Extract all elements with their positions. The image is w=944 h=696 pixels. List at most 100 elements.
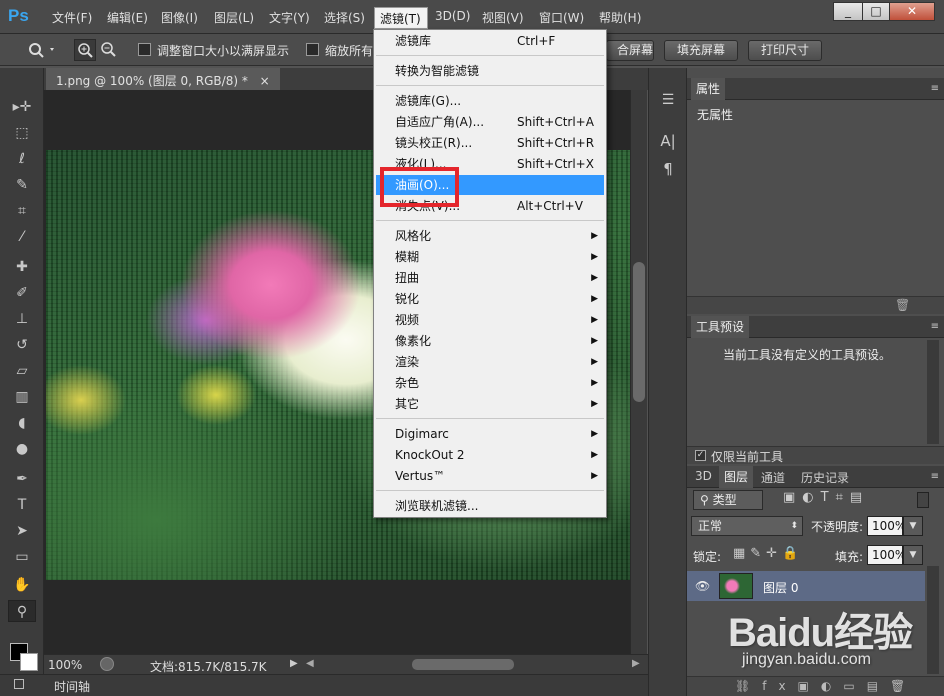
menu-item-filter-gallery[interactable]: 滤镜库(G)... [376, 91, 604, 111]
healing-brush-tool-icon[interactable]: ✚ [8, 256, 36, 278]
path-select-tool-icon[interactable]: ➤ [8, 520, 36, 542]
menu-edit[interactable]: 编辑(E) [107, 9, 148, 26]
minimize-button[interactable]: _ [833, 2, 863, 21]
horizontal-scrollbar-thumb[interactable] [412, 659, 514, 670]
menu-item-distort[interactable]: 扭曲 ▶ [376, 268, 604, 288]
dodge-tool-icon[interactable]: ● [8, 438, 36, 460]
zoom-all-checkbox[interactable] [306, 43, 319, 56]
menu-select[interactable]: 选择(S) [324, 9, 365, 26]
tab-properties[interactable]: 属性 [691, 78, 726, 100]
tab-history[interactable]: 历史记录 [801, 469, 849, 486]
menu-item-video[interactable]: 视频 ▶ [376, 310, 604, 330]
zoom-level[interactable]: 100% [48, 658, 82, 672]
zoom-tool-preset[interactable] [26, 40, 62, 60]
vertical-scrollbar-thumb[interactable] [633, 262, 645, 402]
menu-item-adaptive-wide-angle[interactable]: 自适应广角(A)... Shift+Ctrl+A [376, 112, 604, 132]
fit-screen-button[interactable]: 合屏幕 [606, 40, 654, 61]
eyedropper-tool-icon[interactable]: ⁄ [8, 226, 36, 248]
history-brush-tool-icon[interactable]: ↺ [8, 334, 36, 356]
tab-tool-presets[interactable]: 工具预设 [691, 316, 750, 338]
menu-item-noise[interactable]: 杂色 ▶ [376, 373, 604, 393]
menu-type[interactable]: 文字(Y) [269, 9, 310, 26]
status-info-icon[interactable] [100, 657, 114, 671]
menu-file[interactable]: 文件(F) [52, 9, 92, 26]
gradient-tool-icon[interactable]: ▥ [8, 386, 36, 408]
menu-filter[interactable]: 滤镜(T) [374, 7, 428, 29]
hand-tool-icon[interactable]: ✋ [8, 574, 36, 596]
tab-channels[interactable]: 通道 [761, 469, 785, 486]
menu-item-sharpen[interactable]: 锐化 ▶ [376, 289, 604, 309]
layer-row[interactable]: 👁 图层 0 [687, 571, 925, 601]
eraser-tool-icon[interactable]: ▱ [8, 360, 36, 382]
resize-windows-checkbox[interactable] [138, 43, 151, 56]
zoom-in-button[interactable] [74, 39, 96, 61]
tab-layers[interactable]: 图层 [719, 466, 754, 488]
type-tool-icon[interactable]: T [8, 494, 36, 516]
menu-item-stylize[interactable]: 风格化 ▶ [376, 226, 604, 246]
menu-item-digimarc[interactable]: Digimarc ▶ [376, 424, 604, 444]
close-tab-icon[interactable]: × [260, 74, 270, 88]
panel-menu-icon[interactable]: ≡ [931, 321, 939, 332]
quick-select-tool-icon[interactable]: ✎ [8, 174, 36, 196]
opacity-dropdown-icon[interactable]: ▼ [903, 516, 923, 536]
menu-layer[interactable]: 图层(L) [214, 9, 254, 26]
menu-view[interactable]: 视图(V) [482, 9, 524, 26]
scroll-left-arrow-icon[interactable]: ◀ [306, 658, 314, 669]
vertical-scrollbar[interactable] [630, 90, 647, 654]
layer-name[interactable]: 图层 0 [763, 579, 798, 596]
layer-actions-icons[interactable]: ⛓fx▣◐▭▤🗑 [735, 679, 917, 693]
presets-scrollbar[interactable] [927, 340, 939, 444]
menu-help[interactable]: 帮助(H) [599, 9, 641, 26]
lasso-tool-icon[interactable]: ℓ [8, 148, 36, 170]
background-color-swatch[interactable] [20, 653, 38, 671]
menu-image[interactable]: 图像(I) [161, 9, 198, 26]
fill-input[interactable]: 100% [867, 545, 906, 565]
layer-filter-kind[interactable]: ⚲ 类型 [693, 490, 763, 510]
properties-panel-icon[interactable]: ☰ [657, 92, 679, 114]
panel-menu-icon[interactable]: ≡ [931, 471, 939, 482]
blur-tool-icon[interactable]: ◖ [8, 412, 36, 434]
menu-item-filter-gallery-last[interactable]: 滤镜库 Ctrl+F [376, 31, 604, 51]
fill-dropdown-icon[interactable]: ▼ [903, 545, 923, 565]
layer-filter-icons[interactable]: ▣◐T⌗▤ [783, 490, 869, 505]
menu-item-vertus[interactable]: Vertus™ ▶ [376, 466, 604, 486]
tab-3d[interactable]: 3D [695, 469, 712, 483]
status-menu-arrow-icon[interactable]: ▶ [290, 658, 298, 669]
document-tab[interactable]: 1.png @ 100% (图层 0, RGB/8) * × [46, 68, 280, 90]
delete-icon[interactable]: 🗑 [895, 298, 910, 312]
shape-tool-icon[interactable]: ▭ [8, 546, 36, 568]
menu-item-render[interactable]: 渲染 ▶ [376, 352, 604, 372]
opacity-input[interactable]: 100% [867, 516, 906, 536]
menu-window[interactable]: 窗口(W) [539, 9, 584, 26]
menu-item-lens-correction[interactable]: 镜头校正(R)... Shift+Ctrl+R [376, 133, 604, 153]
layers-scrollbar[interactable] [927, 566, 939, 674]
pen-tool-icon[interactable]: ✒ [8, 468, 36, 490]
menu-3d[interactable]: 3D(D) [435, 9, 470, 23]
blend-mode-select[interactable]: 正常 ⬍ [691, 516, 803, 536]
move-tool-icon[interactable]: ▸✛ [8, 96, 36, 118]
lock-icons[interactable]: ▦✎✛🔒 [733, 546, 803, 561]
zoom-tool-icon[interactable]: ⚲ [8, 600, 36, 622]
menu-item-blur[interactable]: 模糊 ▶ [376, 247, 604, 267]
print-size-button[interactable]: 打印尺寸 [748, 40, 822, 61]
clone-stamp-tool-icon[interactable]: ⊥ [8, 308, 36, 330]
current-tool-only-checkbox[interactable]: ✓ [695, 450, 706, 461]
menu-item-other[interactable]: 其它 ▶ [376, 394, 604, 414]
panel-menu-icon[interactable]: ≡ [931, 83, 939, 94]
timeline-label[interactable]: 时间轴 [54, 678, 90, 695]
fill-screen-button[interactable]: 填充屏幕 [664, 40, 738, 61]
scroll-right-arrow-icon[interactable]: ▶ [632, 658, 640, 669]
zoom-out-button[interactable] [98, 39, 120, 61]
layer-filter-toggle[interactable] [917, 492, 929, 508]
menu-item-knockout[interactable]: KnockOut 2 ▶ [376, 445, 604, 465]
close-window-button[interactable]: ✕ [889, 2, 935, 21]
timeline-toggle-icon[interactable] [14, 679, 24, 689]
marquee-tool-icon[interactable]: ⬚ [8, 122, 36, 144]
menu-item-convert-smart-filter[interactable]: 转换为智能滤镜 [376, 61, 604, 81]
menu-item-pixelate[interactable]: 像素化 ▶ [376, 331, 604, 351]
crop-tool-icon[interactable]: ⌗ [8, 200, 36, 222]
maximize-button[interactable]: □ [862, 2, 890, 21]
visibility-eye-icon[interactable]: 👁 [695, 579, 710, 593]
character-panel-icon[interactable]: A| [657, 132, 679, 154]
brush-tool-icon[interactable]: ✐ [8, 282, 36, 304]
